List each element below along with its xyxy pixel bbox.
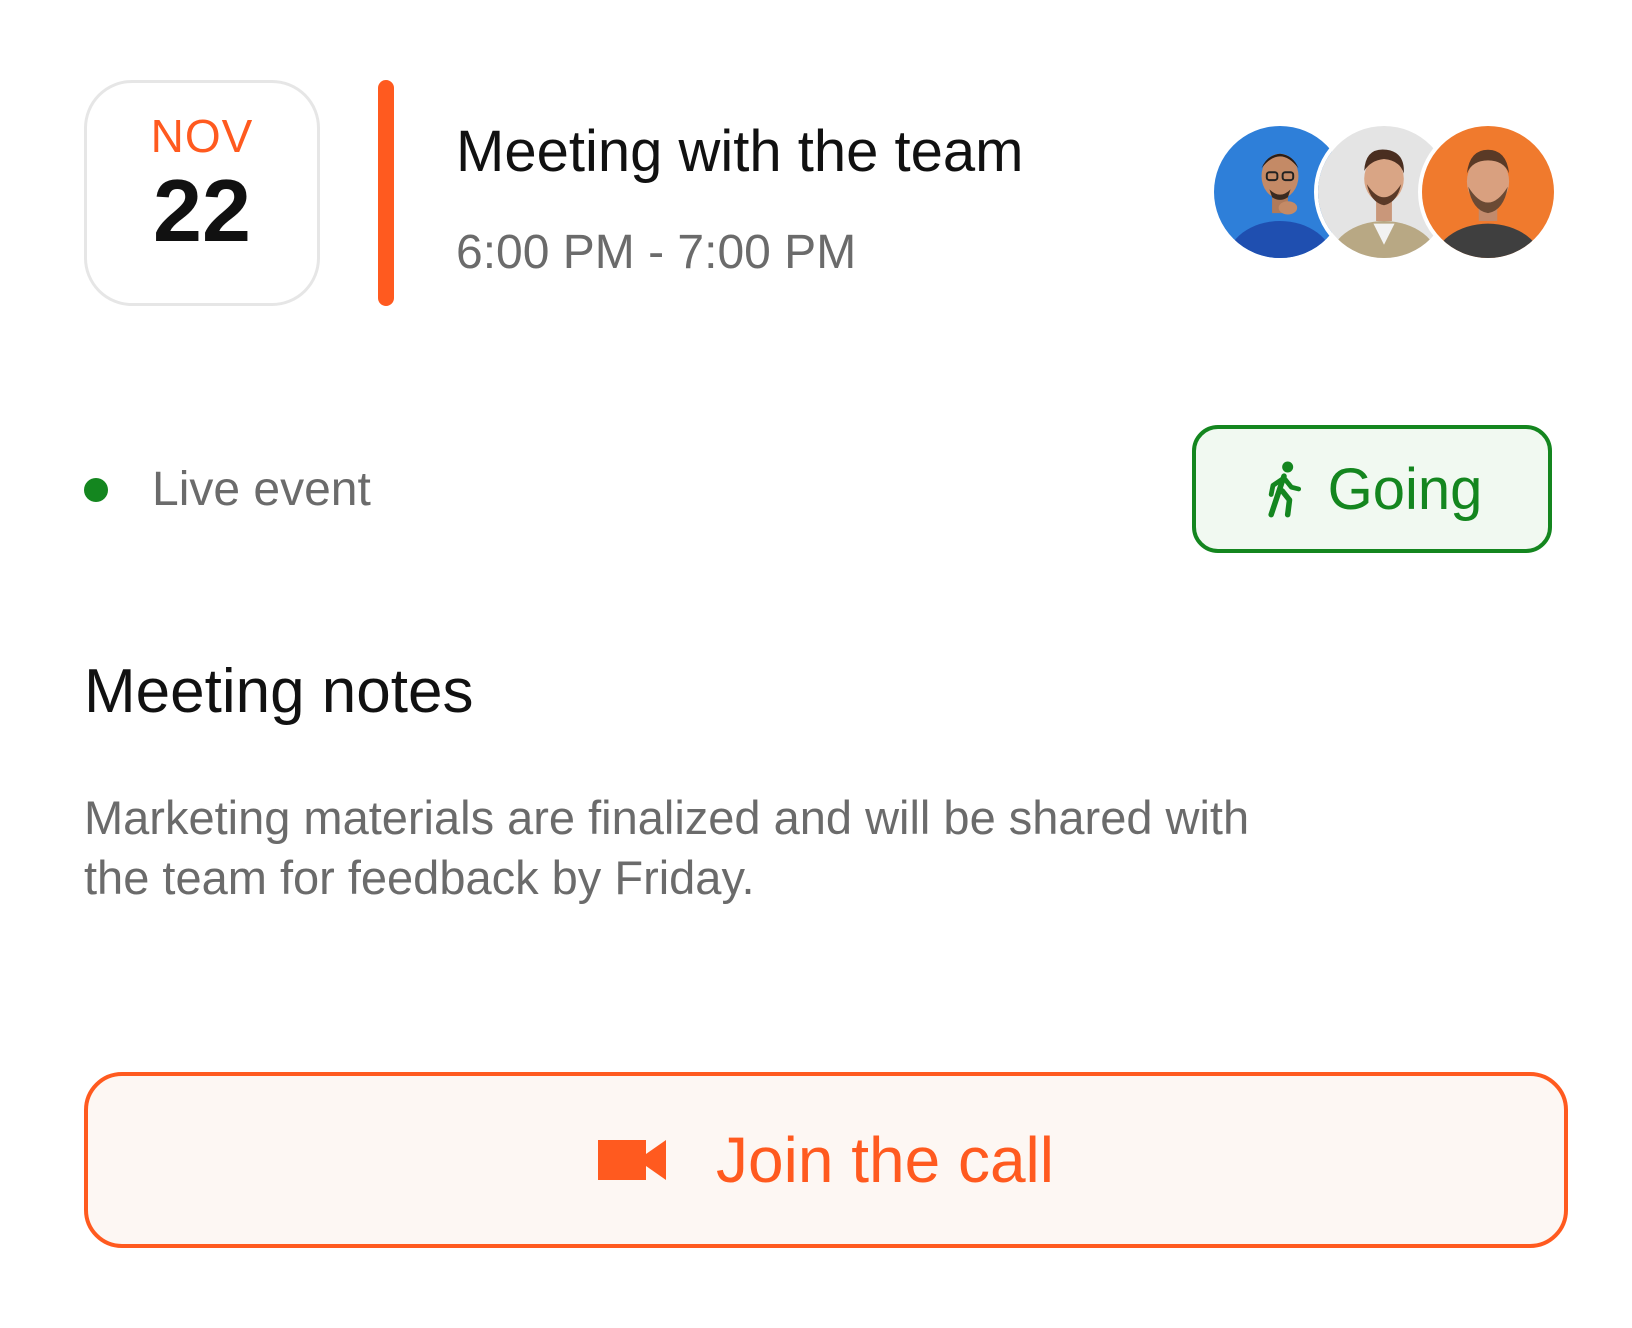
notes-title: Meeting notes <box>84 657 474 726</box>
join-call-button[interactable]: Join the call <box>84 1072 1568 1248</box>
going-label: Going <box>1327 456 1483 522</box>
date-badge: NOV 22 <box>84 80 320 306</box>
date-month: NOV <box>150 110 254 162</box>
live-event-label: Live event <box>152 463 371 516</box>
event-time: 6:00 PM - 7:00 PM <box>456 226 857 279</box>
accent-divider <box>378 80 394 306</box>
going-button[interactable]: Going <box>1192 425 1552 553</box>
join-call-label: Join the call <box>716 1124 1054 1196</box>
video-camera-icon <box>598 1140 667 1180</box>
event-title: Meeting with the team <box>456 119 1024 184</box>
date-day: 22 <box>153 161 251 260</box>
avatar[interactable] <box>1418 122 1558 262</box>
person-orange-bg-avatar <box>1422 126 1554 258</box>
notes-body: Marketing materials are finalized and wi… <box>84 791 1250 904</box>
attendee-avatars[interactable] <box>1210 122 1564 262</box>
walking-person-icon <box>1268 461 1301 518</box>
live-indicator-dot <box>84 478 108 502</box>
event-card: NOV 22 Meeting with the team 6:00 PM - 7… <box>0 0 1632 1328</box>
